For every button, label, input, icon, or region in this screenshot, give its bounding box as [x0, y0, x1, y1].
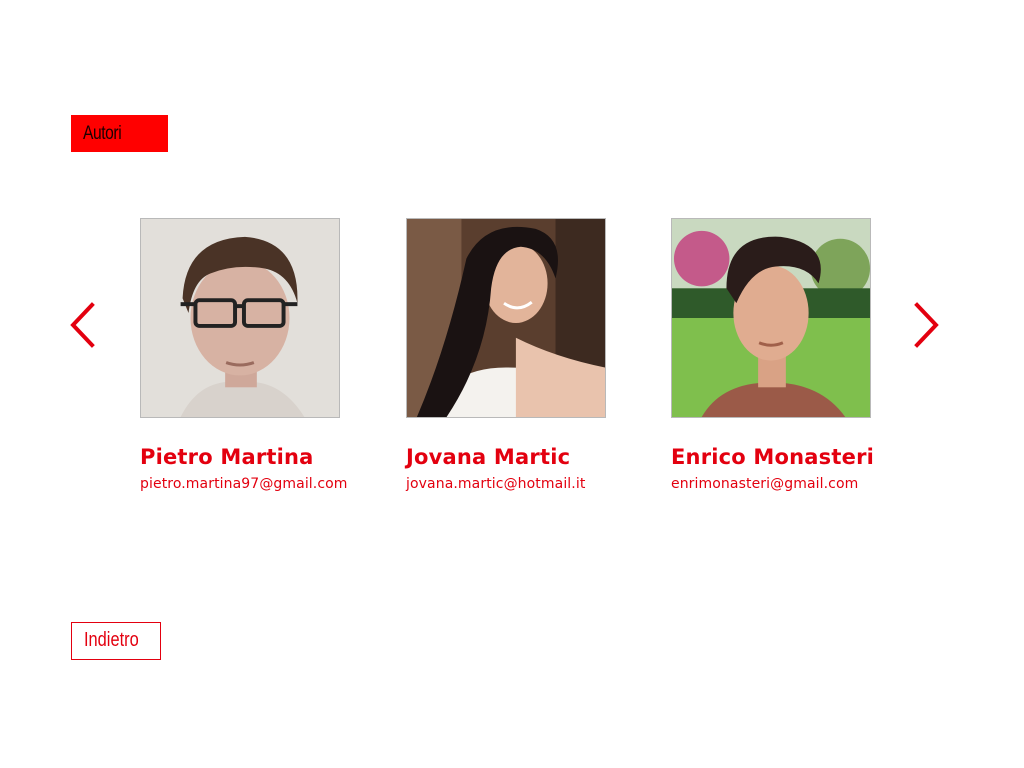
author-card: Jovana Martic jovana.martic@hotmail.it: [406, 218, 636, 493]
section-title: Autori: [71, 115, 168, 152]
author-card: Pietro Martina pietro.martina97@gmail.co…: [140, 218, 370, 493]
chevron-right-icon: [914, 302, 939, 348]
author-photo: [671, 218, 871, 418]
carousel-prev-button[interactable]: [68, 300, 98, 350]
author-name: Enrico Monasteri: [671, 445, 875, 469]
chevron-left-icon: [70, 302, 95, 348]
carousel-next-button[interactable]: [911, 300, 941, 350]
author-photo: [140, 218, 340, 418]
author-email: enrimonasteri@gmail.com: [671, 476, 859, 492]
author-name: Pietro Martina: [140, 445, 314, 469]
author-photo: [406, 218, 606, 418]
section-title-label: Autori: [83, 123, 122, 144]
author-email: pietro.martina97@gmail.com: [140, 476, 348, 492]
author-email: jovana.martic@hotmail.it: [406, 476, 586, 492]
back-button-label: Indietro: [84, 629, 139, 651]
author-card: Enrico Monasteri enrimonasteri@gmail.com: [671, 218, 901, 493]
authors-page: Autori Pietro Martina pietro.martina97@g…: [0, 0, 1024, 768]
author-name: Jovana Martic: [406, 445, 571, 469]
back-button[interactable]: Indietro: [71, 622, 161, 660]
